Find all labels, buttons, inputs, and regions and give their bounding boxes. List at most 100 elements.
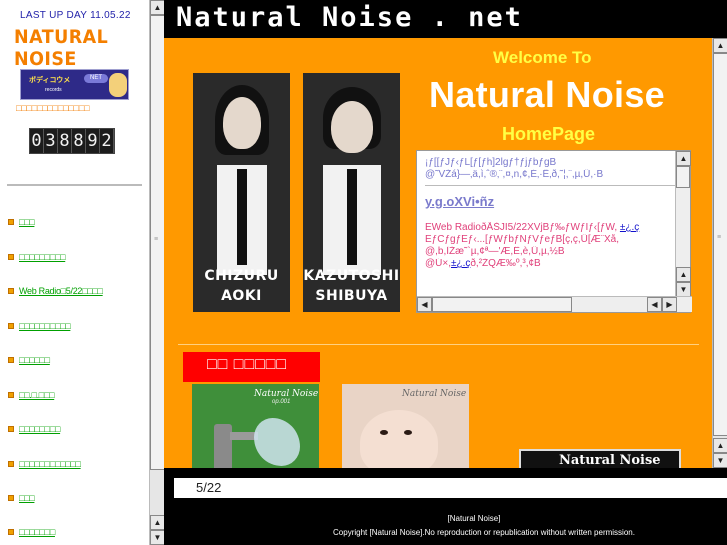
- ticker-text: 5/22: [196, 480, 222, 495]
- last-update-text: LAST UP DAY 11.05.22: [20, 10, 131, 21]
- label-banner[interactable]: ボディコウメ records NET: [20, 69, 129, 100]
- nav-item-label[interactable]: □□□□□□: [19, 355, 50, 365]
- nav-item-label[interactable]: □□□: [19, 493, 35, 503]
- nav-item[interactable]: □□□□□□: [8, 353, 50, 367]
- cover-subtitle: op.001: [272, 399, 291, 405]
- main-frame-scrollbar[interactable]: ▲ ≡ ▲ ▼: [712, 38, 727, 468]
- member-photo-kazutoshi: KAZUTOSHI SHIBUYA: [303, 73, 400, 312]
- photo-detail: [237, 169, 247, 265]
- scroll-up-button[interactable]: ▲: [676, 267, 691, 282]
- scroll-right-button[interactable]: ▶: [662, 297, 677, 312]
- ticker-frame: 5/22: [164, 468, 727, 504]
- news-link[interactable]: ±¿.ç: [451, 258, 470, 269]
- scroll-up-button[interactable]: ▲: [150, 515, 165, 530]
- news-line: EƒCƒgƒEƒ‹...[ƒWƒbƒNƒVƒeƒB[ç,ç,Ü[Æ¨Xå,: [425, 234, 619, 245]
- news-content: ¡ƒ[[ƒJƒ‹ƒL[ƒ[ƒh]2lgƒ†ƒjƒbƒgB @˜VŽá}—‚ä,ì…: [425, 157, 675, 270]
- scroll-left-button[interactable]: ◀: [647, 297, 662, 312]
- natural-noise-label-box[interactable]: Natural Noise: [519, 449, 681, 468]
- scroll-down-button[interactable]: ▼: [713, 453, 727, 468]
- nav-item-label[interactable]: □□□□□□□: [19, 527, 55, 537]
- album-cover-2[interactable]: Natural Noise: [342, 384, 469, 468]
- cover-title: Natural Noise: [402, 389, 467, 399]
- nav-item-label[interactable]: □□□□□□□□□□□□: [19, 459, 81, 469]
- nav-item-label[interactable]: □□□□□□□□: [19, 424, 60, 434]
- left-frame: LAST UP DAY 11.05.22 NATURAL NOISE ボディコウ…: [0, 0, 165, 545]
- water-splash-image: [254, 418, 300, 466]
- nav-item[interactable]: □□□□□□□□□: [8, 250, 66, 264]
- album-cover-1[interactable]: Natural Noise op.001: [192, 384, 319, 468]
- site-logo[interactable]: NATURAL NOISE: [14, 26, 152, 70]
- access-counter: 0 3 8 8 9 2: [29, 128, 115, 154]
- member-last-name: SHIBUYA: [315, 288, 388, 304]
- news-ticker: 5/22: [174, 478, 727, 498]
- site-title: Natural Noise . net: [176, 2, 523, 33]
- news-vertical-scrollbar[interactable]: ▲ ▲ ▼: [675, 151, 691, 297]
- nav-item[interactable]: □□.□.□□□: [8, 388, 55, 402]
- footer-site-name: [Natural Noise]: [447, 514, 501, 523]
- news-iframe[interactable]: ¡ƒ[[ƒJƒ‹ƒL[ƒ[ƒh]2lgƒ†ƒjƒbƒgB @˜VŽá}—‚ä,ì…: [416, 150, 692, 313]
- main-title: Natural Noise: [429, 74, 665, 115]
- section-header: □□ □□□□□: [183, 352, 320, 382]
- news-line-text: @Ú×,: [425, 258, 451, 269]
- banner-subtitle: records: [45, 87, 62, 93]
- member-first-name: CHIZURU: [204, 268, 279, 284]
- photo-detail: [404, 430, 412, 435]
- scroll-down-button[interactable]: ▼: [676, 282, 691, 297]
- nav-item-label[interactable]: □□□□□□□□□: [19, 252, 66, 262]
- nav-item[interactable]: □□□: [8, 215, 35, 229]
- bullet-icon: [8, 426, 14, 432]
- main-frame: CHIZURU AOKI KAZUTOSHI SHIBUYA Welcome T…: [164, 38, 727, 468]
- scroll-up-button[interactable]: ▲: [713, 438, 727, 453]
- news-heading[interactable]: y.g.oXVi•ñz: [425, 195, 675, 208]
- nav-item[interactable]: □□□□□□□□□□: [8, 319, 71, 333]
- nav-item-label[interactable]: Web Radio□5/22□□□□: [19, 286, 103, 296]
- left-frame-scrollbar[interactable]: ▲ ≡ ▲ ▼: [149, 0, 165, 545]
- bullet-icon: [8, 254, 14, 260]
- news-line-text: EWeb RadioðÅŠJI5/22XVjBƒ‰ƒWƒIƒ‹[ƒW,: [425, 222, 618, 233]
- bullet-icon: [8, 323, 14, 329]
- scroll-down-button[interactable]: ▼: [150, 530, 165, 545]
- banner-character-image: [109, 73, 127, 97]
- scroll-up-button[interactable]: ▲: [150, 0, 165, 15]
- title-frame: Natural Noise . net: [164, 0, 727, 38]
- baby-photo: [360, 410, 438, 468]
- bullet-icon: [8, 461, 14, 467]
- counter-digit: 0: [30, 129, 44, 153]
- scroll-left-button[interactable]: ◀: [417, 297, 432, 312]
- photo-detail: [347, 169, 357, 265]
- member-last-name: AOKI: [221, 288, 262, 304]
- counter-digit: 9: [86, 129, 100, 153]
- scroll-up-button[interactable]: ▲: [713, 38, 727, 53]
- section-title: □□ □□□□□: [207, 356, 288, 373]
- scroll-thumb[interactable]: [432, 297, 572, 312]
- bullet-icon: [8, 219, 14, 225]
- news-line: EWeb RadioðÅŠJI5/22XVjBƒ‰ƒWƒIƒ‹[ƒW, ±¿.ç: [425, 222, 675, 234]
- homepage-text: HomePage: [502, 124, 596, 144]
- nav-item[interactable]: □□□□□□□: [8, 525, 55, 539]
- nav-item-web-radio[interactable]: Web Radio□5/22□□□□: [8, 284, 103, 298]
- bullet-icon: [8, 357, 14, 363]
- browser-frameset: LAST UP DAY 11.05.22 NATURAL NOISE ボディコウ…: [0, 0, 727, 545]
- footer-frame: [Natural Noise] Copyright [Natural Noise…: [164, 504, 727, 545]
- nav-item[interactable]: □□□□□□□□□□□□: [8, 457, 81, 471]
- scroll-thumb[interactable]: [676, 166, 690, 188]
- faucet-image: [214, 424, 232, 468]
- news-line: @˜VŽá}—‚ä,ì,ˆ®‚¨,¤,n,¢,É‚·Ë‚ð,˜¦,¨,µ,Ü,·…: [425, 169, 604, 180]
- bullet-icon: [8, 495, 14, 501]
- scroll-thumb[interactable]: ≡: [713, 53, 727, 436]
- divider: [178, 344, 699, 345]
- news-horizontal-scrollbar[interactable]: ◀ ◀ ▶: [417, 296, 692, 312]
- nav-item[interactable]: □□□□□□□□: [8, 422, 60, 436]
- nav-item-label[interactable]: □□□: [19, 217, 35, 227]
- photo-detail: [380, 430, 388, 435]
- nav-item-label[interactable]: □□□□□□□□□□: [19, 321, 71, 331]
- news-line: @,b,ÌŽæ˜`µ,¢ª—'Æ,Ê,è,Ü,µ,½B: [425, 246, 565, 257]
- nav-item[interactable]: □□□: [8, 491, 35, 505]
- cover-title: Natural Noise: [254, 389, 319, 399]
- scroll-up-button[interactable]: ▲: [676, 151, 691, 166]
- news-link[interactable]: ±¿.ç: [620, 222, 639, 233]
- nav-item-label[interactable]: □□.□.□□□: [19, 390, 55, 400]
- news-line: ¡ƒ[[ƒJƒ‹ƒL[ƒ[ƒh]2lgƒ†ƒjƒbƒgB: [425, 157, 557, 168]
- scroll-thumb[interactable]: ≡: [150, 15, 165, 470]
- member-first-name: KAZUTOSHI: [303, 268, 400, 284]
